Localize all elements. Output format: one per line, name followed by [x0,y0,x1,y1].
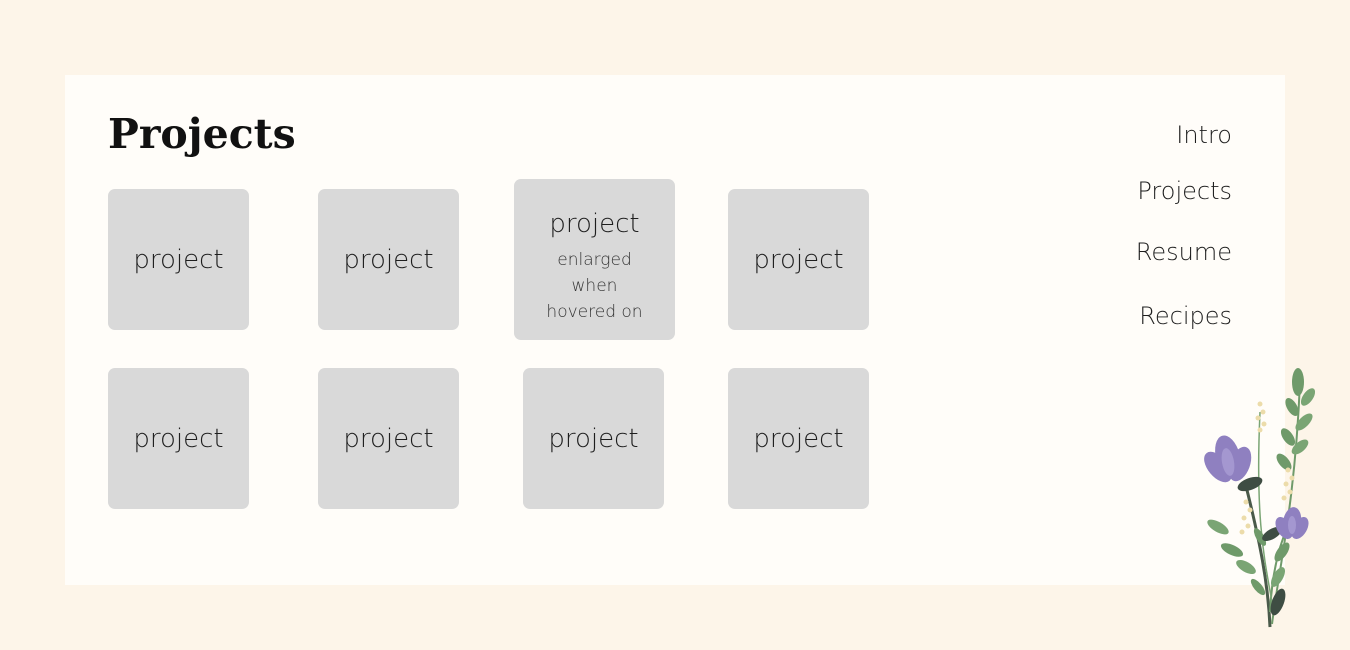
project-tile-label: project [549,209,640,239]
flower-bouquet-icon [1204,368,1316,628]
nav-link-resume[interactable]: Resume [1136,238,1232,266]
project-tile[interactable]: project [318,189,459,330]
page-title: Projects [108,110,296,158]
project-tile-label: project [753,244,844,275]
nav-link-projects[interactable]: Projects [1137,177,1232,205]
project-tile-hovered[interactable]: project enlarged when hovered on [514,179,675,340]
project-tile-label: project [753,423,844,454]
project-tile-label: project [548,423,639,454]
project-tile-label: project [343,244,434,275]
project-tile[interactable]: project [108,368,249,509]
project-tile-label: project [343,423,434,454]
project-tile[interactable]: project [318,368,459,509]
project-tile-label: project [133,423,224,454]
nav-link-recipes[interactable]: Recipes [1139,302,1232,330]
nav-link-intro[interactable]: Intro [1176,121,1232,149]
project-tile[interactable]: project [523,368,664,509]
main-card: Projects project project project enlarge… [65,75,1285,585]
project-tile[interactable]: project [728,189,869,330]
project-tile[interactable]: project [728,368,869,509]
project-tile[interactable]: project [108,189,249,330]
project-tile-label: project [133,244,224,275]
project-tile-note: enlarged when hovered on [546,250,643,322]
